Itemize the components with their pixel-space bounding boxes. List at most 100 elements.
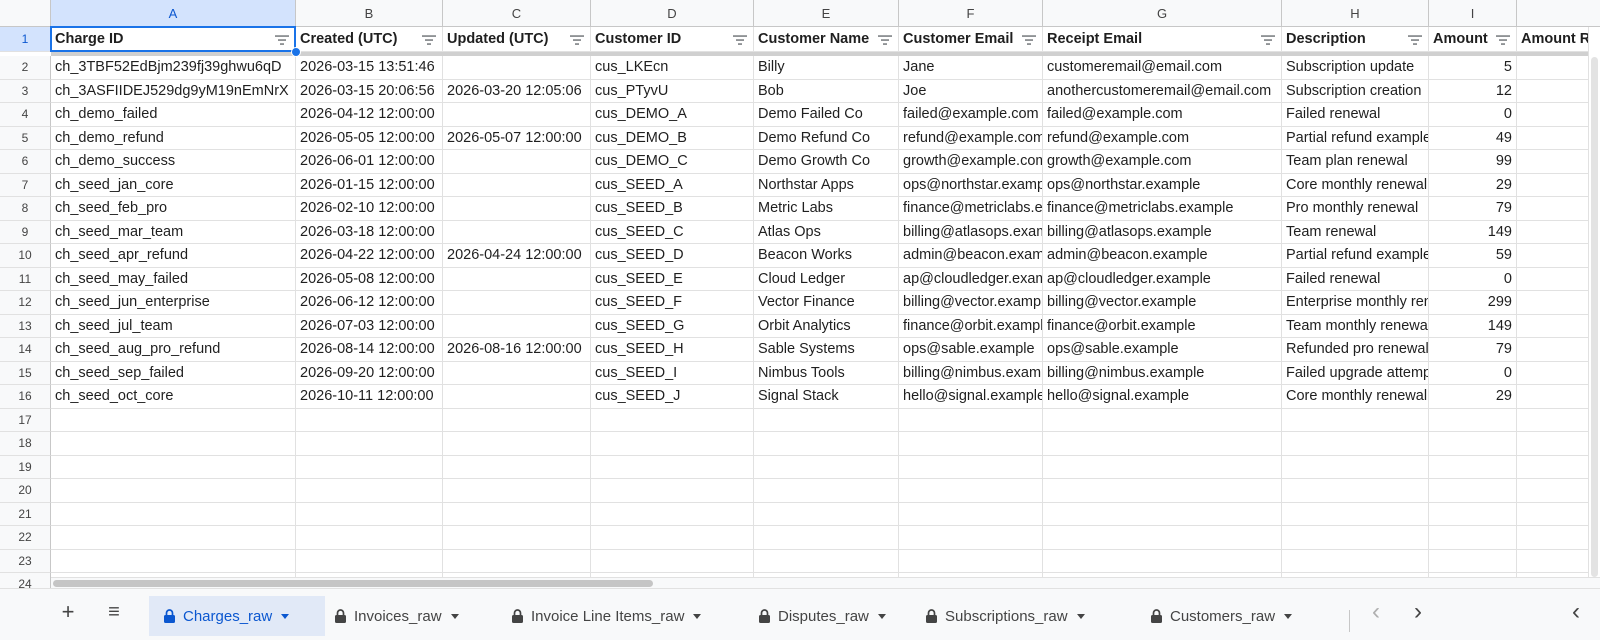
row-header[interactable]: 16 (0, 385, 51, 409)
vertical-scroll-thumb[interactable] (1591, 57, 1598, 577)
table-cell[interactable] (1282, 455, 1429, 479)
table-cell[interactable]: failed@example.com (899, 103, 1043, 127)
table-cell[interactable]: Cloud Ledger (754, 267, 899, 291)
table-cell[interactable]: 0 (1429, 361, 1517, 385)
horizontal-scrollbar[interactable] (51, 577, 1600, 588)
row-header[interactable]: 3 (0, 79, 51, 103)
chevron-down-icon[interactable] (1076, 613, 1085, 619)
table-cell[interactable]: 149 (1429, 314, 1517, 338)
table-cell[interactable]: ch_seed_may_failed (51, 267, 296, 291)
table-cell[interactable]: 2026-08-14 12:00:00 (296, 338, 443, 362)
table-cell[interactable] (1282, 408, 1429, 432)
column-header-c[interactable]: C (443, 0, 591, 27)
table-cell[interactable] (591, 526, 754, 550)
table-cell[interactable]: ch_seed_sep_failed (51, 361, 296, 385)
table-cell[interactable] (443, 314, 591, 338)
table-cell[interactable] (754, 479, 899, 503)
header-cell[interactable]: Customer ID (591, 27, 754, 52)
table-cell[interactable]: ch_seed_aug_pro_refund (51, 338, 296, 362)
table-cell[interactable]: ops@northstar.example (1043, 173, 1282, 197)
row-header[interactable]: 17 (0, 408, 51, 432)
scroll-tabs-right-button[interactable]: › (1406, 598, 1430, 626)
table-cell[interactable] (899, 502, 1043, 526)
table-cell[interactable]: cus_DEMO_A (591, 103, 754, 127)
table-cell[interactable]: 5 (1429, 56, 1517, 80)
table-cell[interactable] (443, 291, 591, 315)
table-cell[interactable]: Northstar Apps (754, 173, 899, 197)
header-cell[interactable]: Amount (1429, 27, 1517, 52)
table-cell[interactable]: 2026-03-15 20:06:56 (296, 79, 443, 103)
table-cell[interactable]: cus_SEED_B (591, 197, 754, 221)
table-cell[interactable] (1043, 526, 1282, 550)
table-cell[interactable]: Sable Systems (754, 338, 899, 362)
table-cell[interactable]: ops@sable.example (899, 338, 1043, 362)
table-cell[interactable]: failed@example.com (1043, 103, 1282, 127)
filter-icon[interactable] (1022, 35, 1036, 45)
row-header[interactable]: 21 (0, 502, 51, 526)
table-cell[interactable] (1043, 408, 1282, 432)
table-cell[interactable] (296, 549, 443, 573)
table-cell[interactable]: 2026-01-15 12:00:00 (296, 173, 443, 197)
table-cell[interactable]: 0 (1429, 267, 1517, 291)
table-cell[interactable]: 2026-05-05 12:00:00 (296, 126, 443, 150)
table-cell[interactable] (443, 502, 591, 526)
table-cell[interactable]: ops@sable.example (1043, 338, 1282, 362)
table-cell[interactable]: ch_3TBF52EdBjm239fj39ghwu6qD (51, 56, 296, 80)
table-cell[interactable] (899, 549, 1043, 573)
sheet-tab[interactable]: Invoices_raw (326, 596, 486, 636)
table-cell[interactable]: Demo Failed Co (754, 103, 899, 127)
column-header-i[interactable]: I (1429, 0, 1517, 27)
table-cell[interactable] (591, 479, 754, 503)
table-cell[interactable] (51, 408, 296, 432)
table-cell[interactable]: growth@example.com (1043, 150, 1282, 174)
row-header[interactable]: 5 (0, 126, 51, 150)
table-cell[interactable]: ap@cloudledger.example (1043, 267, 1282, 291)
filter-icon[interactable] (1496, 35, 1510, 45)
table-cell[interactable]: 59 (1429, 244, 1517, 268)
column-header-g[interactable]: G (1043, 0, 1282, 27)
table-cell[interactable]: admin@beacon.example (1043, 244, 1282, 268)
table-cell[interactable]: 79 (1429, 197, 1517, 221)
table-cell[interactable]: cus_SEED_G (591, 314, 754, 338)
table-cell[interactable]: billing@vector.example (899, 291, 1043, 315)
table-cell[interactable]: Failed renewal (1282, 267, 1429, 291)
filter-icon[interactable] (570, 35, 584, 45)
table-cell[interactable]: billing@atlasops.example (1043, 220, 1282, 244)
collapse-tab-bar-button[interactable]: ‹ (1564, 598, 1588, 626)
table-cell[interactable]: 299 (1429, 291, 1517, 315)
table-cell[interactable] (899, 408, 1043, 432)
row-header[interactable]: 22 (0, 526, 51, 550)
table-cell[interactable]: Orbit Analytics (754, 314, 899, 338)
table-cell[interactable] (899, 479, 1043, 503)
fill-handle[interactable] (291, 47, 301, 57)
table-cell[interactable] (1043, 432, 1282, 456)
row-header[interactable]: 24 (0, 573, 51, 588)
table-cell[interactable] (1282, 549, 1429, 573)
table-cell[interactable]: ch_seed_jan_core (51, 173, 296, 197)
sheet-tab[interactable]: Charges_raw (149, 596, 325, 636)
table-cell[interactable] (1282, 432, 1429, 456)
table-cell[interactable] (443, 408, 591, 432)
table-cell[interactable]: ch_seed_oct_core (51, 385, 296, 409)
table-cell[interactable] (1429, 526, 1517, 550)
column-header-h[interactable]: H (1282, 0, 1429, 27)
table-cell[interactable]: Partial refund example (1282, 244, 1429, 268)
table-cell[interactable] (1429, 479, 1517, 503)
sheet-tab[interactable]: Invoice Line Items_raw (503, 596, 733, 636)
row-header[interactable]: 6 (0, 150, 51, 174)
table-cell[interactable]: Atlas Ops (754, 220, 899, 244)
table-cell[interactable]: Refunded pro renewal (1282, 338, 1429, 362)
row-header[interactable]: 7 (0, 173, 51, 197)
table-cell[interactable]: billing@atlasops.example (899, 220, 1043, 244)
table-cell[interactable]: 12 (1429, 79, 1517, 103)
add-sheet-button[interactable]: + (56, 598, 80, 626)
table-cell[interactable]: cus_SEED_J (591, 385, 754, 409)
table-cell[interactable]: ch_seed_jun_enterprise (51, 291, 296, 315)
row-header[interactable]: 11 (0, 267, 51, 291)
table-cell[interactable] (754, 502, 899, 526)
table-cell[interactable] (591, 432, 754, 456)
table-cell[interactable]: 2026-07-03 12:00:00 (296, 314, 443, 338)
column-header-a[interactable]: A (51, 0, 296, 27)
table-cell[interactable] (1043, 455, 1282, 479)
table-cell[interactable]: Metric Labs (754, 197, 899, 221)
